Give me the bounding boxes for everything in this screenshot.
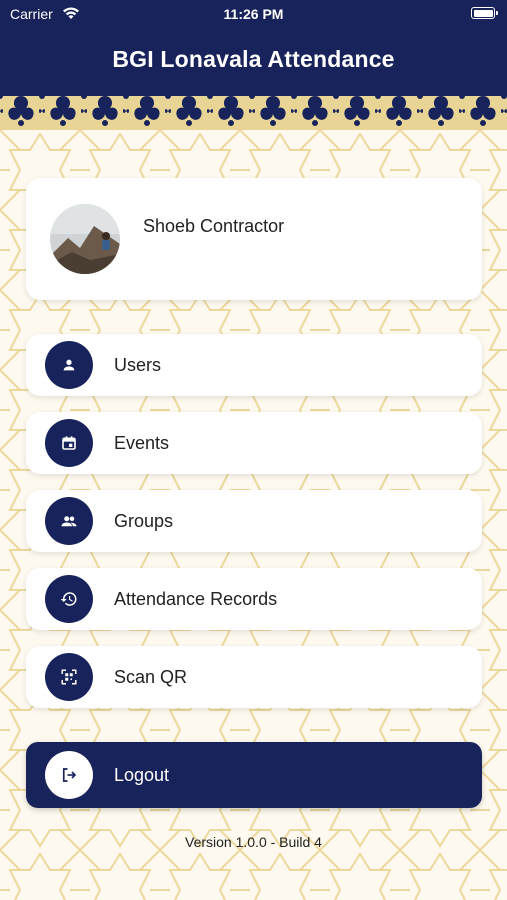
menu-item-label: Attendance Records (114, 589, 278, 609)
profile-name: Shoeb Contractor (143, 216, 285, 236)
menu-item-label: Users (114, 355, 162, 375)
status-time: 11:26 PM (223, 6, 284, 22)
menu-item-label: Groups (114, 511, 174, 531)
logout-button[interactable]: Logout (26, 742, 482, 808)
menu-item-attendance-records[interactable]: Attendance Records (26, 568, 482, 630)
page-title: BGI Lonavala Attendance (112, 46, 395, 72)
avatar (50, 204, 120, 274)
menu-item-events[interactable]: Events (26, 412, 482, 474)
menu-item-label: Events (114, 433, 170, 453)
version-label: Version 1.0.0 - Build 4 (185, 834, 322, 850)
group-icon (45, 497, 93, 545)
ornament-band (0, 92, 507, 130)
profile-card[interactable]: Shoeb Contractor (26, 178, 482, 300)
battery-icon (471, 7, 498, 19)
status-bar: Carrier 11:26 PM (0, 0, 507, 28)
menu-item-users[interactable]: Users (26, 334, 482, 396)
app-header: Carrier 11:26 PM BGI Lonavala Attendance (0, 0, 507, 92)
logout-label: Logout (114, 765, 170, 785)
history-icon (45, 575, 93, 623)
logout-icon (45, 751, 93, 799)
menu-item-groups[interactable]: Groups (26, 490, 482, 552)
person-icon (45, 341, 93, 389)
menu-item-scan-qr[interactable]: Scan QR (26, 646, 482, 708)
menu-item-label: Scan QR (114, 667, 188, 687)
qr-scan-icon (45, 653, 93, 701)
calendar-icon (45, 419, 93, 467)
